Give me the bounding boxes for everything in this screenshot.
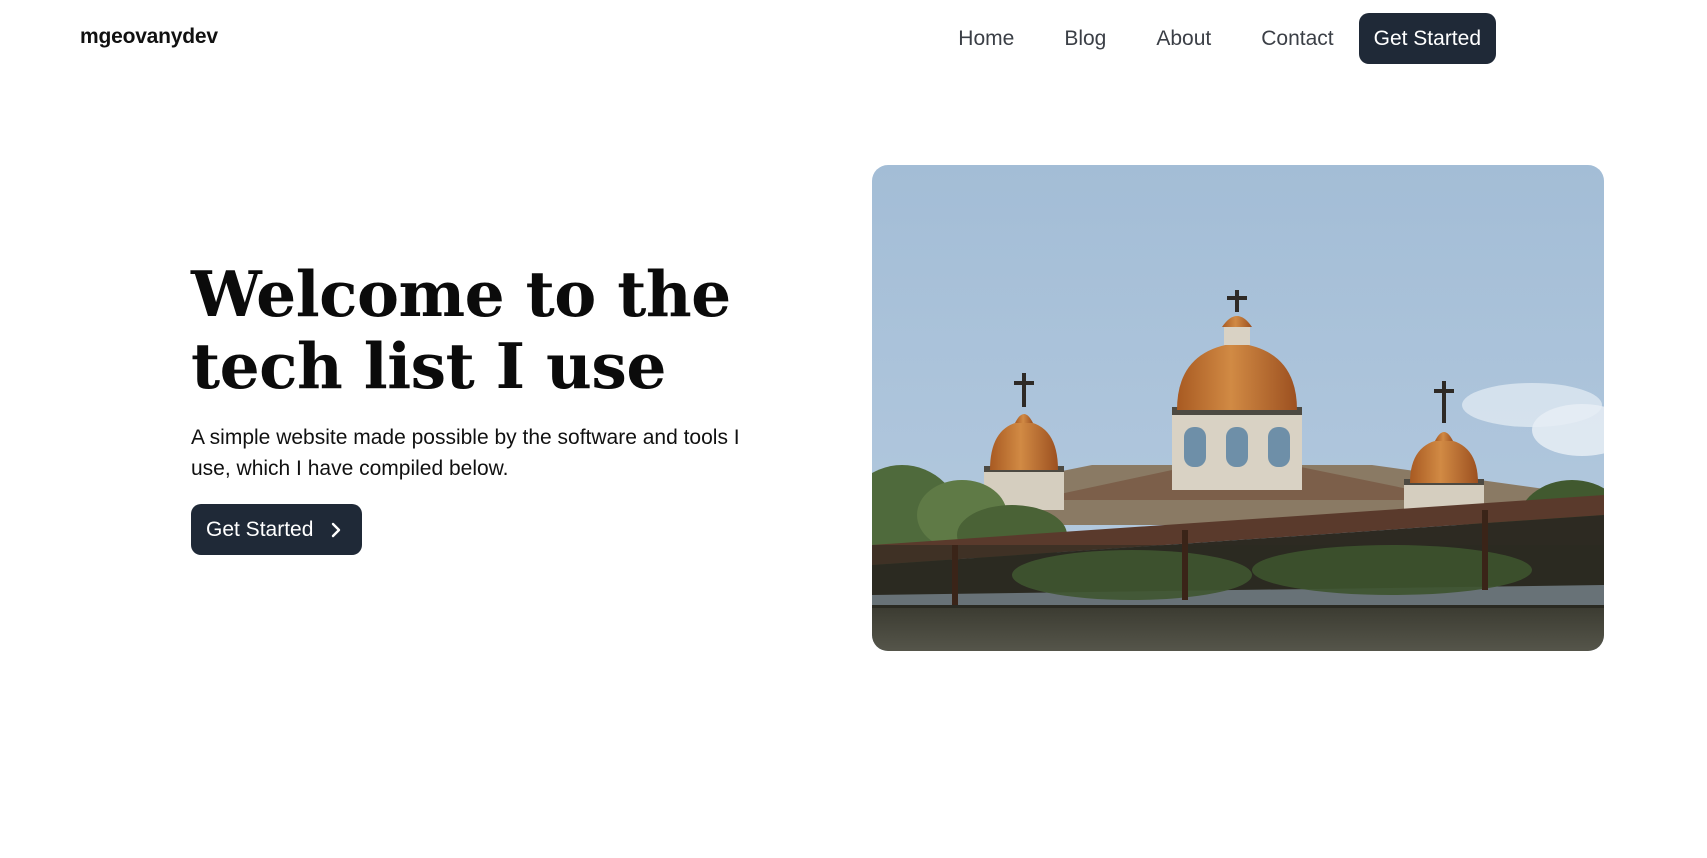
hero-text-block: Welcome to the tech list I use A simple … [191, 258, 791, 484]
nav-link-blog[interactable]: Blog [1064, 13, 1106, 64]
church-domes-illustration [872, 165, 1604, 651]
hero-image [872, 165, 1604, 651]
nav-links: Home Blog About Contact Get Started [958, 13, 1496, 64]
hero-cta-label: Get Started [206, 517, 314, 541]
top-navigation: mgeovanydev Home Blog About Contact Get … [0, 0, 1707, 78]
page: mgeovanydev Home Blog About Contact Get … [0, 0, 1707, 858]
chevron-right-icon [327, 521, 345, 539]
nav-link-contact[interactable]: Contact [1261, 13, 1333, 64]
brand-logo-link[interactable]: mgeovanydev [80, 25, 218, 49]
nav-link-home[interactable]: Home [958, 13, 1014, 64]
hero-title: Welcome to the tech list I use [191, 258, 791, 402]
hero-subtitle: A simple website made possible by the so… [191, 426, 740, 480]
nav-link-about[interactable]: About [1156, 13, 1211, 64]
nav-get-started-button[interactable]: Get Started [1358, 13, 1496, 64]
hero-title-line-2: tech list I use [191, 329, 666, 403]
hero-get-started-button[interactable]: Get Started [191, 504, 362, 555]
hero-title-line-1: Welcome to the [191, 257, 731, 331]
